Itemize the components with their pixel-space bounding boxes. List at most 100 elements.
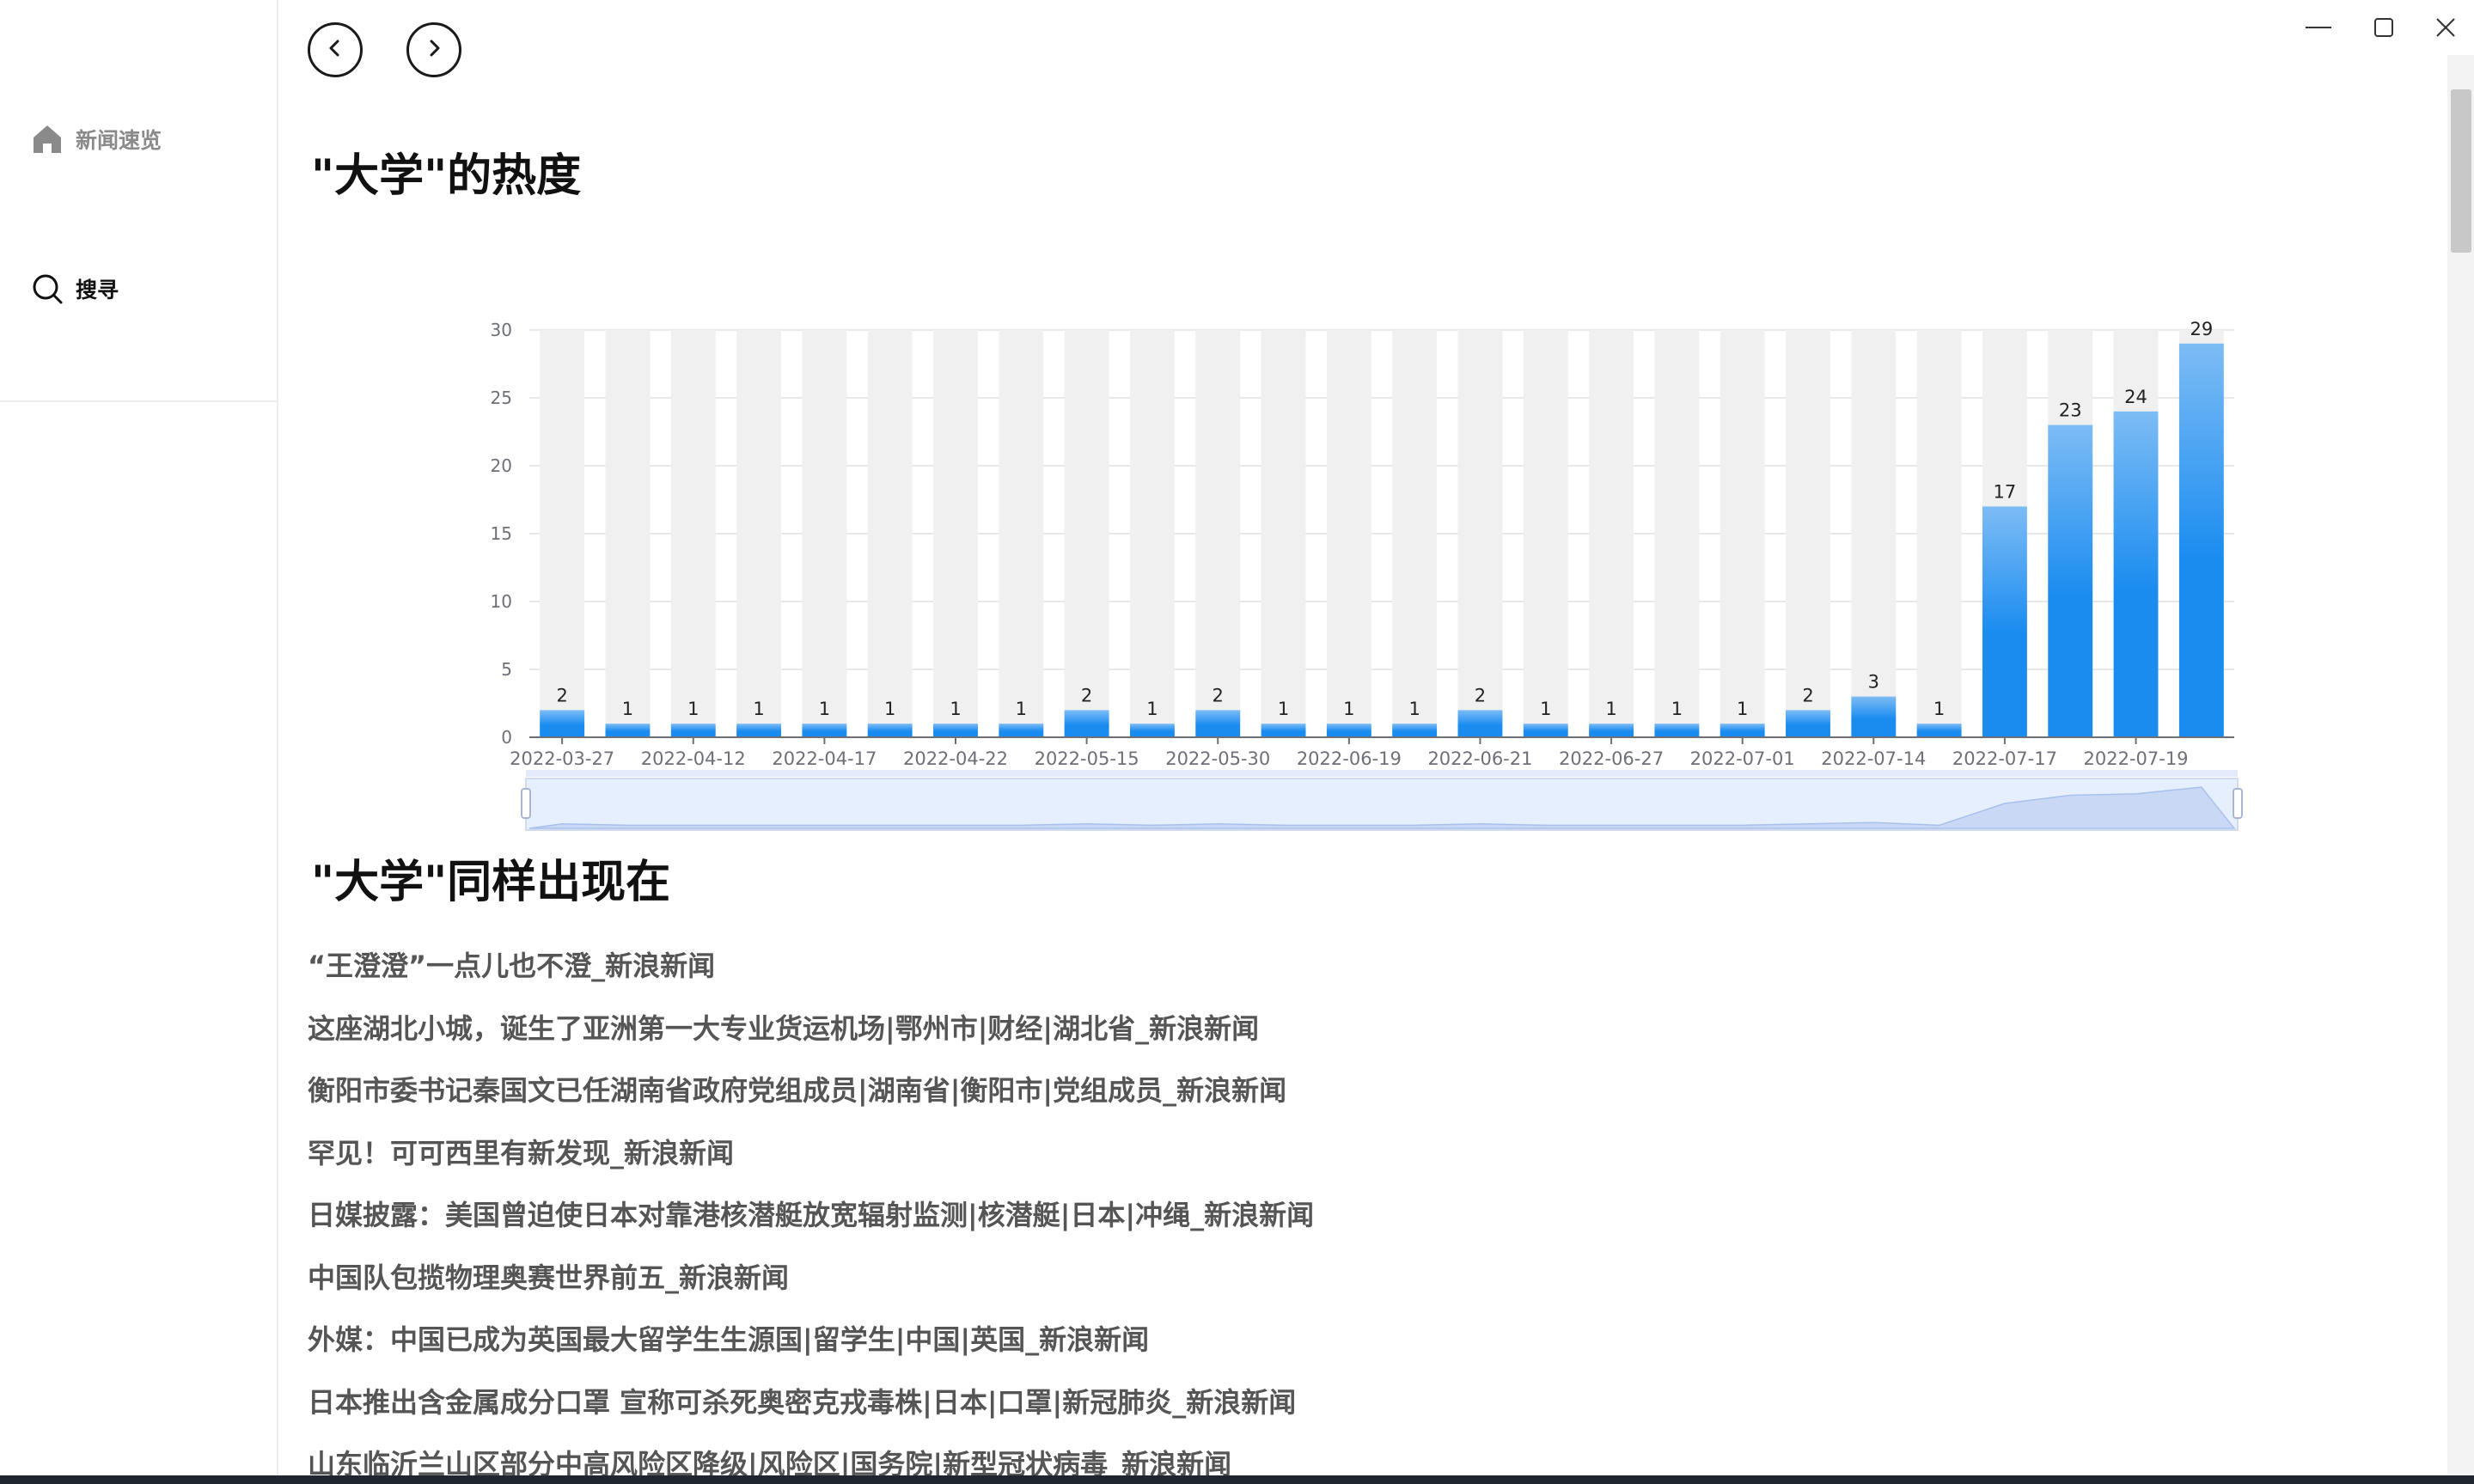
zoom-handle-right xyxy=(2233,788,2243,819)
chevron-left-icon xyxy=(325,38,345,62)
bar xyxy=(736,724,782,737)
bar xyxy=(1851,696,1897,737)
bar-background xyxy=(1523,330,1568,737)
y-tick-label: 10 xyxy=(491,591,512,612)
bar xyxy=(1392,724,1438,737)
news-link[interactable]: “王澄澄”一点儿也不澄_新浪新闻 xyxy=(308,945,2370,1008)
x-tick-label: 2022-07-17 xyxy=(1952,748,2057,769)
close-icon xyxy=(2435,17,2456,41)
data-label: 1 xyxy=(950,699,961,719)
page-title: "大学"的热度 xyxy=(311,150,582,202)
data-label: 1 xyxy=(1278,699,1289,719)
data-label: 1 xyxy=(1540,699,1551,719)
bar-chart: 05101520253021 1 1 1 1 1 12121 1 121 1 1 1231172324… xyxy=(491,319,2243,831)
scrollbar-thumb[interactable] xyxy=(2451,89,2471,253)
bar xyxy=(1129,724,1175,737)
bar xyxy=(605,724,651,737)
bar-background xyxy=(1720,330,1765,737)
bar xyxy=(2178,343,2224,737)
sidebar-item-news-overview[interactable]: 新闻速览 xyxy=(31,120,162,158)
bar xyxy=(2113,411,2159,737)
bar-background xyxy=(867,330,913,737)
data-label: 2 xyxy=(556,685,567,705)
forward-button[interactable] xyxy=(406,22,461,77)
data-label: 23 xyxy=(2059,400,2082,421)
x-tick-label: 2022-07-01 xyxy=(1690,748,1795,769)
bar xyxy=(933,724,978,737)
related-section-title: "大学"同样出现在 xyxy=(311,857,671,908)
minimize-icon xyxy=(2306,15,2331,44)
y-tick-label: 0 xyxy=(501,727,512,748)
close-button[interactable] xyxy=(2422,12,2470,46)
bar xyxy=(1982,506,2027,737)
bar-background xyxy=(1326,330,1371,737)
data-label: 2 xyxy=(1475,685,1486,705)
bar-background xyxy=(1064,330,1109,737)
x-tick-label: 2022-04-17 xyxy=(772,748,877,769)
data-label: 2 xyxy=(1081,685,1092,705)
scrollbar-track[interactable] xyxy=(2447,55,2474,1475)
data-label: 1 xyxy=(1605,699,1616,719)
news-link[interactable]: 日本推出含金属成分口罩 宣称可杀死奥密克戎毒株|日本|口罩|新冠肺炎_新浪新闻 xyxy=(308,1382,2370,1444)
news-link[interactable]: 日媒披露：美国曾迫使日本对靠港核潜艇放宽辐射监测|核潜艇|日本|冲绳_新浪新闻 xyxy=(308,1194,2370,1257)
search-icon xyxy=(31,272,64,305)
bar-background xyxy=(1916,330,1962,737)
news-link[interactable]: 衡阳市委书记秦国文已任湖南省政府党组成员|湖南省|衡阳市|党组成员_新浪新闻 xyxy=(308,1070,2370,1133)
bar xyxy=(1786,710,1830,737)
bar xyxy=(999,724,1044,737)
sidebar-item-label: 搜寻 xyxy=(76,278,119,302)
data-label: 2 xyxy=(1213,685,1224,705)
bar xyxy=(1523,724,1568,737)
bar-background xyxy=(1195,330,1241,737)
bar xyxy=(1457,710,1503,737)
data-label: 2 xyxy=(1802,685,1813,705)
data-label: 17 xyxy=(1994,481,2017,502)
maximize-button[interactable] xyxy=(2360,12,2408,46)
news-link[interactable]: 罕见！可可西里有新发现_新浪新闻 xyxy=(308,1133,2370,1195)
x-tick-label: 2022-06-21 xyxy=(1427,748,1532,769)
home-icon xyxy=(31,124,64,155)
data-label: 29 xyxy=(2190,319,2213,339)
bar-background xyxy=(1457,330,1503,737)
bar-background xyxy=(736,330,782,737)
bar-background xyxy=(540,330,585,737)
x-tick-label: 2022-06-19 xyxy=(1297,748,1402,769)
x-tick-label: 2022-03-27 xyxy=(510,748,614,769)
x-tick-label: 2022-06-27 xyxy=(1559,748,1664,769)
x-tick-label: 2022-05-15 xyxy=(1035,748,1139,769)
bar xyxy=(1589,724,1634,737)
bar xyxy=(2048,424,2093,737)
x-tick-label: 2022-05-30 xyxy=(1165,748,1270,769)
x-tick-label: 2022-07-14 xyxy=(1821,748,1926,769)
news-link[interactable]: 中国队包揽物理奥赛世界前五_新浪新闻 xyxy=(308,1257,2370,1320)
x-tick-label: 2022-04-12 xyxy=(641,748,746,769)
bar-background xyxy=(605,330,651,737)
data-label: 1 xyxy=(1016,699,1027,719)
bar xyxy=(1195,710,1241,737)
news-link[interactable]: 外媒：中国已成为英国最大留学生生源国|留学生|中国|英国_新浪新闻 xyxy=(308,1319,2370,1382)
sidebar-item-search[interactable]: 搜寻 xyxy=(31,270,119,308)
data-label: 1 xyxy=(1933,699,1945,719)
bar xyxy=(1261,724,1306,737)
bar xyxy=(1720,724,1765,737)
data-label: 1 xyxy=(884,699,895,719)
bar-background xyxy=(802,330,847,737)
data-label: 1 xyxy=(819,699,830,719)
chevron-right-icon xyxy=(424,38,444,62)
data-label: 1 xyxy=(1343,699,1354,719)
back-button[interactable] xyxy=(308,22,363,77)
news-list: “王澄澄”一点儿也不澄_新浪新闻 这座湖北小城，诞生了亚洲第一大专业货运机场|鄂… xyxy=(308,945,2370,1484)
data-label: 1 xyxy=(753,699,764,719)
bar-background xyxy=(1589,330,1634,737)
bar xyxy=(1916,724,1962,737)
bar xyxy=(1654,724,1700,737)
data-label: 1 xyxy=(1408,699,1420,719)
news-link[interactable]: 这座湖北小城，诞生了亚洲第一大专业货运机场|鄂州市|财经|湖北省_新浪新闻 xyxy=(308,1008,2370,1071)
minimize-button[interactable] xyxy=(2294,12,2343,46)
y-tick-label: 30 xyxy=(491,320,512,340)
data-label: 1 xyxy=(622,699,633,719)
data-label: 3 xyxy=(1868,672,1879,693)
data-label: 1 xyxy=(1146,699,1158,719)
bar-background xyxy=(1261,330,1306,737)
y-tick-label: 20 xyxy=(491,455,512,476)
